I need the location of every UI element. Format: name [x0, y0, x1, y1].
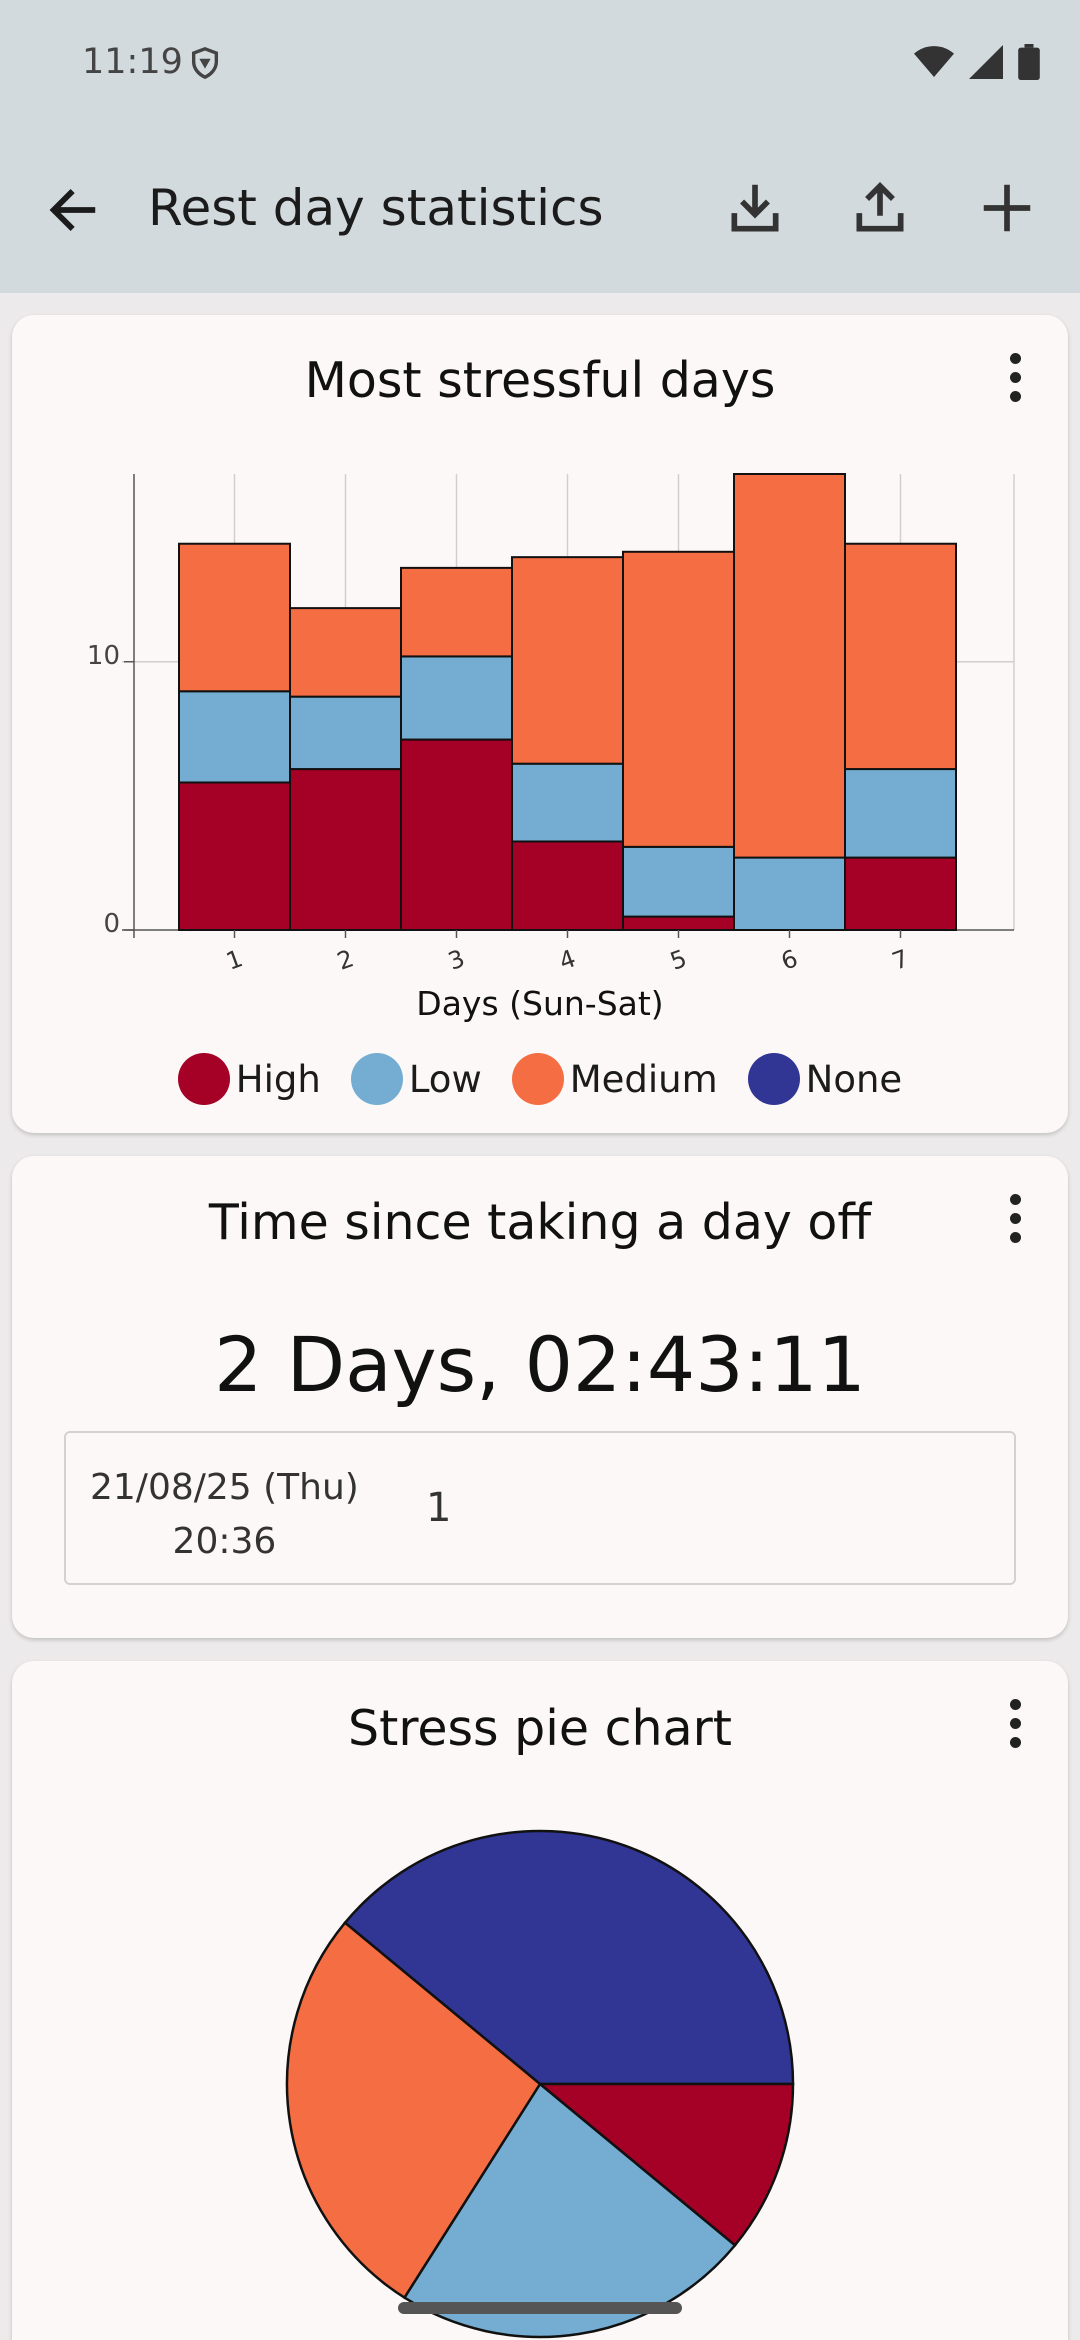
shield-icon: [191, 47, 219, 80]
status-bar: 11:19: [0, 0, 1080, 125]
x-axis-label: Days (Sun-Sat): [416, 984, 663, 1023]
legend-swatch: [177, 1053, 230, 1105]
x-tick-label: 2: [334, 944, 358, 976]
pie-card: Stress pie chart: [12, 1661, 1068, 2340]
y-tick-label: 0: [103, 909, 120, 939]
y-tick-label: 10: [87, 641, 120, 671]
bar-segment-high: [289, 768, 402, 932]
x-tick-label: 3: [445, 944, 469, 976]
status-icons: [914, 44, 1040, 80]
add-icon[interactable]: [976, 177, 1038, 239]
bar-segment-medium: [733, 473, 846, 859]
bar-segment-low: [400, 655, 513, 741]
stressful-days-card: Most stressful days 0 10 1 2 3 4 5 6 7 Days (Sun-…: [12, 315, 1068, 1133]
legend-swatch: [350, 1053, 403, 1105]
x-tick-label: 7: [889, 944, 913, 976]
bar-segment-low: [289, 695, 402, 771]
bar-segment-high: [178, 781, 291, 931]
entry-datetime: 21/08/25 (Thu) 20:36: [90, 1461, 359, 1569]
x-tick-label: 1: [223, 944, 247, 976]
bar-segment-low: [178, 690, 291, 784]
bar-segment-medium: [400, 566, 513, 658]
status-time: 11:19: [82, 42, 183, 82]
gesture-bar: [398, 2302, 682, 2314]
stressful-days-chart: 0 10 1 2 3 4 5 6 7 Days (Sun-Sat): [87, 473, 1015, 1023]
legend-label: None: [805, 1057, 903, 1101]
bar-segment-low: [733, 856, 846, 932]
battery-icon: [1018, 44, 1040, 80]
legend-item-high: High: [177, 1053, 321, 1105]
bar-segment-medium: [844, 542, 957, 771]
legend-item-medium: Medium: [511, 1053, 718, 1105]
bar-segment-medium: [622, 550, 735, 848]
bar-segment-medium: [289, 607, 402, 698]
entry-date: 21/08/25 (Thu): [90, 1467, 359, 1508]
entry-time: 20:36: [172, 1521, 277, 1562]
bar-segment-low: [844, 768, 957, 859]
legend-swatch: [747, 1053, 800, 1105]
bar-segment-high: [511, 840, 624, 932]
back-arrow-icon[interactable]: [44, 181, 102, 239]
app-bar: Rest day statistics: [0, 125, 1080, 293]
entry-value: 1: [426, 1485, 452, 1531]
chart-legend: High Low Medium None: [12, 1053, 1068, 1105]
legend-label: High: [235, 1057, 321, 1101]
page-title: Rest day statistics: [148, 179, 604, 237]
time-since-title: Time since taking a day off: [208, 1194, 872, 1251]
x-tick-label: 5: [667, 944, 691, 976]
bar-segment-high: [622, 915, 735, 932]
more-options-icon[interactable]: [1002, 1194, 1028, 1246]
bar-segment-medium: [511, 556, 624, 765]
bar-segment-low: [622, 845, 735, 918]
legend-item-none: None: [747, 1053, 903, 1105]
bar-segment-low: [511, 762, 624, 843]
legend-label: Medium: [569, 1057, 718, 1101]
bar-segment-medium: [178, 542, 291, 693]
time-since-card: Time since taking a day off 2 Days, 02:4…: [12, 1156, 1068, 1638]
download-icon[interactable]: [724, 177, 786, 239]
bar-segment-high: [400, 738, 513, 931]
elapsed-timer: 2 Days, 02:43:11: [214, 1320, 866, 1409]
signal-icon: [969, 45, 1003, 79]
bar-segment-high: [844, 856, 957, 932]
legend-item-low: Low: [350, 1053, 482, 1105]
x-tick-label: 6: [778, 944, 802, 976]
legend-label: Low: [408, 1057, 482, 1101]
legend-swatch: [511, 1053, 564, 1105]
wifi-icon: [914, 46, 954, 77]
list-item[interactable]: 21/08/25 (Thu) 20:36 1: [64, 1431, 1016, 1585]
share-icon[interactable]: [849, 177, 911, 239]
x-tick-label: 4: [556, 944, 580, 976]
stress-pie-chart: [285, 1829, 795, 2339]
